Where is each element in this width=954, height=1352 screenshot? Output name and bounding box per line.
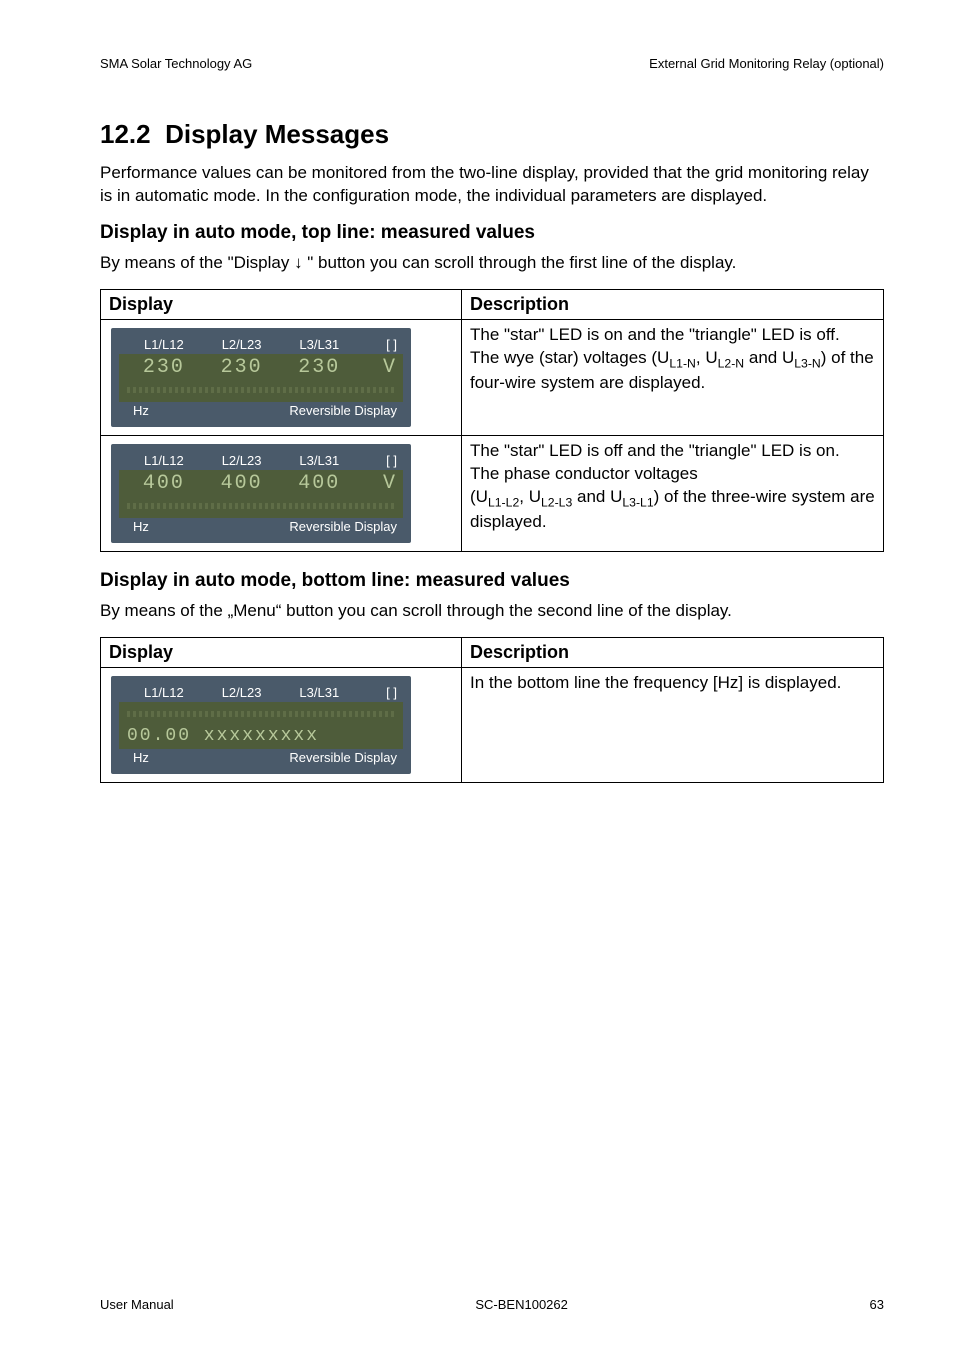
bottom-left: Hz bbox=[133, 750, 149, 765]
ghost-block bbox=[127, 503, 395, 509]
label-l2: L2/L23 bbox=[203, 453, 281, 468]
description-cell: The "star" LED is on and the "triangle" … bbox=[462, 319, 884, 435]
lcd-panel: L1/L12 L2/L23 L3/L31 [ ] 00.00 xxxxxxxxx… bbox=[111, 676, 411, 774]
top-heading: Display in auto mode, top line: measured… bbox=[100, 222, 884, 244]
label-l3: L3/L31 bbox=[280, 453, 358, 468]
lcd-panel: L1/L12 L2/L23 L3/L31 [ ] 230 230 230 V bbox=[111, 328, 411, 427]
display-cell: L1/L12 L2/L23 L3/L31 [ ] 230 230 230 V bbox=[101, 319, 462, 435]
lcd-screen: 00.00 xxxxxxxxx bbox=[119, 702, 403, 749]
intro-paragraph: Performance values can be monitored from… bbox=[100, 162, 884, 208]
lcd-values: 230 230 230 V bbox=[125, 356, 397, 380]
lcd-screen: 400 400 400 V bbox=[119, 470, 403, 518]
ghost-block bbox=[127, 711, 395, 717]
top-table: Display Description L1/L12 L2/L23 L3/L31… bbox=[100, 289, 884, 552]
label-l1: L1/L12 bbox=[125, 685, 203, 700]
table-header-row: Display Description bbox=[101, 289, 884, 319]
lcd-values: 400 400 400 V bbox=[125, 472, 397, 496]
footer-right: 63 bbox=[870, 1297, 884, 1312]
lcd-panel: L1/L12 L2/L23 L3/L31 [ ] 400 400 400 V bbox=[111, 444, 411, 543]
description-cell: The "star" LED is off and the "triangle"… bbox=[462, 435, 884, 551]
label-l2: L2/L23 bbox=[203, 685, 281, 700]
lcd-ghost bbox=[125, 380, 397, 400]
top-lead: By means of the "Display ↓ " button you … bbox=[100, 252, 884, 275]
val-l3: 400 bbox=[280, 472, 358, 495]
label-l1: L1/L12 bbox=[125, 337, 203, 352]
panel-bottom: Hz Reversible Display bbox=[119, 749, 403, 766]
bottom-left: Hz bbox=[133, 519, 149, 534]
th-description: Description bbox=[462, 637, 884, 667]
panel-bottom: Hz Reversible Display bbox=[119, 402, 403, 419]
panel-labels: L1/L12 L2/L23 L3/L31 [ ] bbox=[119, 684, 403, 702]
table-row: L1/L12 L2/L23 L3/L31 [ ] 230 230 230 V bbox=[101, 319, 884, 435]
label-unit: [ ] bbox=[358, 453, 397, 468]
bottom-right: Reversible Display bbox=[289, 403, 397, 418]
section-title: 12.2 Display Messages bbox=[100, 119, 884, 150]
section-number: 12.2 bbox=[100, 119, 151, 149]
header-right: External Grid Monitoring Relay (optional… bbox=[649, 56, 884, 71]
page-footer: User Manual SC-BEN100262 63 bbox=[100, 1297, 884, 1312]
lcd-screen: 230 230 230 V bbox=[119, 354, 403, 402]
label-l3: L3/L31 bbox=[280, 685, 358, 700]
footer-center: SC-BEN100262 bbox=[475, 1297, 568, 1312]
page: SMA Solar Technology AG External Grid Mo… bbox=[0, 0, 954, 1352]
label-l1: L1/L12 bbox=[125, 453, 203, 468]
val-l1: 230 bbox=[125, 356, 203, 379]
lcd-ghost bbox=[125, 496, 397, 516]
lcd-bottom-line: 00.00 xxxxxxxxx bbox=[125, 724, 397, 747]
val-l3: 230 bbox=[280, 356, 358, 379]
section-name: Display Messages bbox=[165, 119, 389, 149]
table-header-row: Display Description bbox=[101, 637, 884, 667]
val-l2: 230 bbox=[203, 356, 281, 379]
bottom-left: Hz bbox=[133, 403, 149, 418]
th-description: Description bbox=[462, 289, 884, 319]
bottom-lead: By means of the „Menu“ button you can sc… bbox=[100, 600, 884, 623]
table-row: L1/L12 L2/L23 L3/L31 [ ] 400 400 400 V bbox=[101, 435, 884, 551]
label-l2: L2/L23 bbox=[203, 337, 281, 352]
display-cell: L1/L12 L2/L23 L3/L31 [ ] 00.00 xxxxxxxxx… bbox=[101, 667, 462, 782]
panel-labels: L1/L12 L2/L23 L3/L31 [ ] bbox=[119, 336, 403, 354]
bottom-table: Display Description L1/L12 L2/L23 L3/L31… bbox=[100, 637, 884, 783]
ghost-block bbox=[127, 387, 395, 393]
bottom-right: Reversible Display bbox=[289, 519, 397, 534]
th-display: Display bbox=[101, 289, 462, 319]
display-cell: L1/L12 L2/L23 L3/L31 [ ] 400 400 400 V bbox=[101, 435, 462, 551]
lcd-ghost bbox=[125, 704, 397, 724]
th-display: Display bbox=[101, 637, 462, 667]
panel-labels: L1/L12 L2/L23 L3/L31 [ ] bbox=[119, 452, 403, 470]
val-l2: 400 bbox=[203, 472, 281, 495]
label-l3: L3/L31 bbox=[280, 337, 358, 352]
footer-left: User Manual bbox=[100, 1297, 174, 1312]
val-unit: V bbox=[358, 472, 397, 495]
page-header: SMA Solar Technology AG External Grid Mo… bbox=[100, 56, 884, 71]
bottom-heading: Display in auto mode, bottom line: measu… bbox=[100, 570, 884, 592]
panel-bottom: Hz Reversible Display bbox=[119, 518, 403, 535]
label-unit: [ ] bbox=[358, 337, 397, 352]
val-l1: 400 bbox=[125, 472, 203, 495]
header-left: SMA Solar Technology AG bbox=[100, 56, 252, 71]
bottom-right: Reversible Display bbox=[289, 750, 397, 765]
label-unit: [ ] bbox=[358, 685, 397, 700]
description-cell: In the bottom line the frequency [Hz] is… bbox=[462, 667, 884, 782]
val-unit: V bbox=[358, 356, 397, 379]
table-row: L1/L12 L2/L23 L3/L31 [ ] 00.00 xxxxxxxxx… bbox=[101, 667, 884, 782]
